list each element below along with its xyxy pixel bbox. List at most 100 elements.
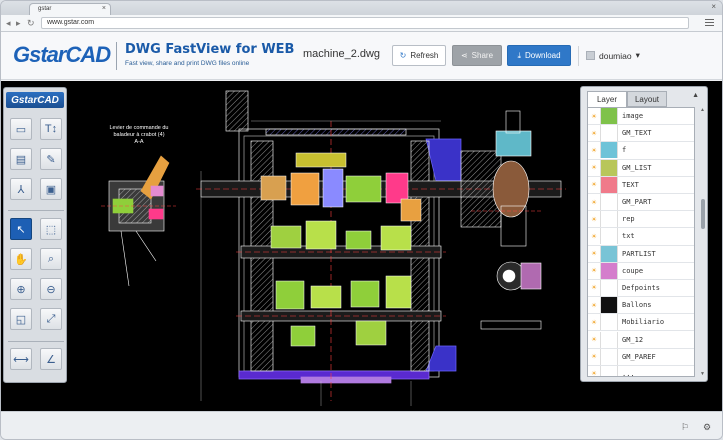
print-button[interactable]: ▤ (10, 148, 32, 170)
measure-angle-button[interactable]: ∠ (40, 348, 62, 370)
tab-layer[interactable]: Layer (587, 91, 627, 107)
annotate-button[interactable]: ✎ (40, 148, 62, 170)
scroll-thumb[interactable] (701, 199, 705, 229)
refresh-button[interactable]: ↻ Refresh (392, 45, 446, 66)
layer-color-swatch[interactable] (600, 211, 618, 228)
layer-color-swatch[interactable] (600, 228, 618, 245)
zoom-button[interactable]: ⌕ (40, 248, 62, 270)
pan-icon: ✋ (14, 253, 28, 266)
pdf-button[interactable]: ⅄ (10, 178, 32, 200)
zoom-extents-button[interactable]: ⤢ (40, 308, 62, 330)
forward-icon[interactable]: ▸ (16, 18, 21, 28)
layer-color-swatch[interactable] (600, 348, 618, 365)
back-icon[interactable]: ◂ (6, 18, 11, 28)
layer-row[interactable]: ☀ GM_LIST (588, 159, 694, 177)
layer-row[interactable]: ☀ image (588, 108, 694, 126)
layer-visibility-icon[interactable]: ☀ (588, 112, 600, 121)
annotation-line-3: A-A (134, 139, 144, 145)
layer-name: image (622, 112, 644, 121)
layer-visibility-icon[interactable]: ☀ (588, 266, 600, 275)
print-icon: ▤ (15, 153, 27, 166)
download-button[interactable]: ⤓ Download (507, 45, 571, 66)
text-size-button[interactable]: T↕ (40, 118, 62, 140)
zoom-window-icon: ⬚ (45, 223, 57, 236)
layer-row[interactable]: ☀ Mobiliario (588, 314, 694, 332)
share-button[interactable]: ⋖ Share (452, 45, 502, 66)
layer-color-swatch[interactable] (600, 194, 618, 211)
layer-name: PARTLIST (622, 249, 656, 258)
layer-color-swatch[interactable] (600, 262, 618, 279)
layer-color-swatch[interactable] (600, 331, 618, 348)
zoom-in-button[interactable]: ⊕ (10, 278, 32, 300)
zoom-previous-button[interactable]: ◱ (10, 308, 32, 330)
layer-visibility-icon[interactable]: ☀ (588, 129, 600, 138)
layer-color-swatch[interactable] (600, 176, 618, 193)
layer-visibility-icon[interactable]: ☀ (588, 198, 600, 207)
layer-row[interactable]: ☀ TEXT (588, 176, 694, 194)
layer-visibility-icon[interactable]: ☀ (588, 335, 600, 344)
collapse-panel-icon[interactable]: ▲ (692, 92, 699, 99)
tab-close-icon[interactable]: × (102, 5, 106, 12)
layer-row[interactable]: ☀ GM_TEXT (588, 125, 694, 143)
layer-visibility-icon[interactable]: ☀ (588, 163, 600, 172)
measure-angle-icon: ∠ (46, 353, 56, 366)
layer-color-swatch[interactable] (600, 245, 618, 262)
zoom-out-button[interactable]: ⊖ (40, 278, 62, 300)
toolbar-divider (8, 341, 64, 342)
layer-color-swatch[interactable] (600, 279, 618, 296)
layer-row[interactable]: ☀ f (588, 142, 694, 160)
user-menu[interactable]: doumiao ▾ (586, 50, 640, 61)
right-assembly (460, 110, 542, 330)
image-button[interactable]: ▣ (40, 178, 62, 200)
layer-color-swatch[interactable] (600, 125, 618, 142)
open-file-button[interactable]: ▭ (10, 118, 32, 140)
tool-palette: GstarCAD ▭ T↕ ▤ ✎ ⅄ ▣ ↖ ⬚ ✋ ⌕ ⊕ ⊖ ◱ ⤢ ⟷ ∠ (3, 87, 67, 383)
browser-menu-icon[interactable] (705, 19, 714, 28)
layer-color-swatch[interactable] (600, 297, 618, 314)
layer-row[interactable]: ☀ GM_PAREF (588, 348, 694, 366)
layer-color-swatch[interactable] (600, 365, 618, 376)
layer-row[interactable]: ☀ rep (588, 211, 694, 229)
layer-color-swatch[interactable] (600, 108, 618, 125)
tab-layout[interactable]: Layout (627, 91, 667, 107)
layer-row[interactable]: ☀ Defpoints (588, 279, 694, 298)
layer-visibility-icon[interactable]: ☀ (588, 369, 600, 376)
settings-icon[interactable]: ⚙ (703, 422, 711, 433)
layer-visibility-icon[interactable]: ☀ (588, 283, 600, 292)
layer-row[interactable]: ☀ txt (588, 228, 694, 246)
layer-row[interactable]: ☀ Ballons (588, 297, 694, 315)
gearbox-housing (225, 90, 462, 384)
zoom-window-button[interactable]: ⬚ (40, 218, 62, 240)
layer-visibility-icon[interactable]: ☀ (588, 352, 600, 361)
layer-row[interactable]: ☀ GM_PART (588, 194, 694, 212)
layer-visibility-icon[interactable]: ☀ (588, 146, 600, 155)
layer-visibility-icon[interactable]: ☀ (588, 318, 600, 327)
flag-icon[interactable]: ⚐ (681, 422, 689, 433)
select-button[interactable]: ↖ (10, 218, 32, 240)
layer-row[interactable]: ☀... (588, 365, 694, 376)
pan-button[interactable]: ✋ (10, 248, 32, 270)
measure-distance-button[interactable]: ⟷ (10, 348, 32, 370)
scroll-up-icon[interactable]: ▲ (700, 107, 705, 113)
layer-name: GM_PAREF (622, 352, 656, 361)
toolbar-divider (8, 210, 64, 211)
url-input[interactable]: www.gstar.com (41, 17, 689, 29)
layer-color-swatch[interactable] (600, 159, 618, 176)
scroll-down-icon[interactable]: ▼ (700, 371, 705, 377)
share-icon: ⋖ (460, 51, 468, 60)
layer-visibility-icon[interactable]: ☀ (588, 215, 600, 224)
layer-row[interactable]: ☀ PARTLIST (588, 245, 694, 263)
layer-list: ☀ image ☀ GM_TEXT ☀ f ☀ GM_LIST ☀ TEXT ☀ GM_PART ☀ re… (587, 107, 695, 377)
window-close-icon[interactable]: × (711, 2, 716, 11)
layer-visibility-icon[interactable]: ☀ (588, 232, 600, 241)
layer-row[interactable]: ☀ coupe (588, 262, 694, 280)
layer-color-swatch[interactable] (600, 314, 618, 331)
browser-tab[interactable]: gstar × (29, 3, 111, 15)
reload-icon[interactable]: ↻ (27, 18, 35, 28)
layer-visibility-icon[interactable]: ☀ (588, 301, 600, 310)
layer-row[interactable]: ☀ GM_12 (588, 331, 694, 349)
layer-color-swatch[interactable] (600, 142, 618, 159)
layer-scrollbar[interactable]: ▲ ▼ (700, 107, 705, 377)
layer-visibility-icon[interactable]: ☀ (588, 180, 600, 189)
layer-visibility-icon[interactable]: ☀ (588, 249, 600, 258)
